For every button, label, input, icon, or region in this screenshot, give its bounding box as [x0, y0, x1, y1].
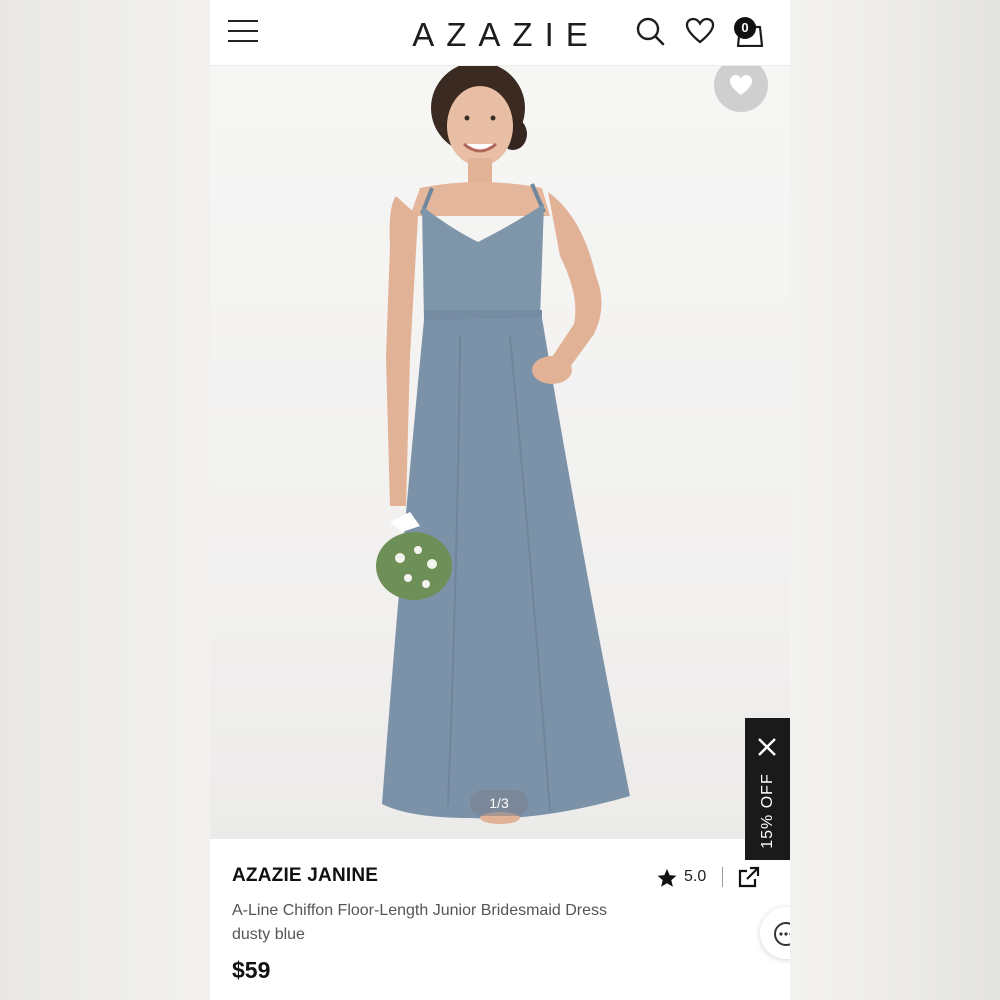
- color-name: dusty blue: [232, 926, 305, 943]
- background-right: [790, 0, 1000, 1000]
- heart-icon: [730, 75, 752, 95]
- share-icon[interactable]: [737, 865, 761, 889]
- product-description: A-Line Chiffon Floor-Length Junior Bride…: [232, 899, 652, 947]
- chat-icon: [774, 922, 790, 946]
- discount-label[interactable]: 15% OFF: [759, 768, 777, 854]
- product-name[interactable]: AZAZIE JANINE: [232, 865, 378, 887]
- image-pager: 1/3: [470, 790, 528, 816]
- close-icon[interactable]: [756, 736, 778, 758]
- product-info: AZAZIE JANINE 5.0 A-Line Chiffon Floor-L…: [210, 839, 790, 1000]
- heart-icon[interactable]: [684, 15, 716, 47]
- top-header: AZAZIE 0: [210, 0, 790, 66]
- divider: [722, 867, 723, 887]
- background-left: [0, 0, 210, 1000]
- model-photo: [376, 66, 630, 824]
- star-icon: [657, 868, 677, 887]
- description-line: A-Line Chiffon Floor-Length Junior Bride…: [232, 902, 607, 919]
- search-icon[interactable]: [634, 15, 666, 47]
- discount-tab[interactable]: 15% OFF: [745, 718, 790, 860]
- product-page: AZAZIE 0 1/3 15% OFF AZAZIE JANINE 5.0 A…: [210, 0, 790, 1000]
- product-price: $59: [232, 957, 271, 983]
- cart-count-badge: 0: [734, 17, 756, 39]
- rating-value: 5.0: [684, 868, 707, 885]
- chat-button[interactable]: [760, 907, 790, 959]
- product-image[interactable]: 1/3: [210, 66, 790, 839]
- rating[interactable]: 5.0: [650, 863, 726, 893]
